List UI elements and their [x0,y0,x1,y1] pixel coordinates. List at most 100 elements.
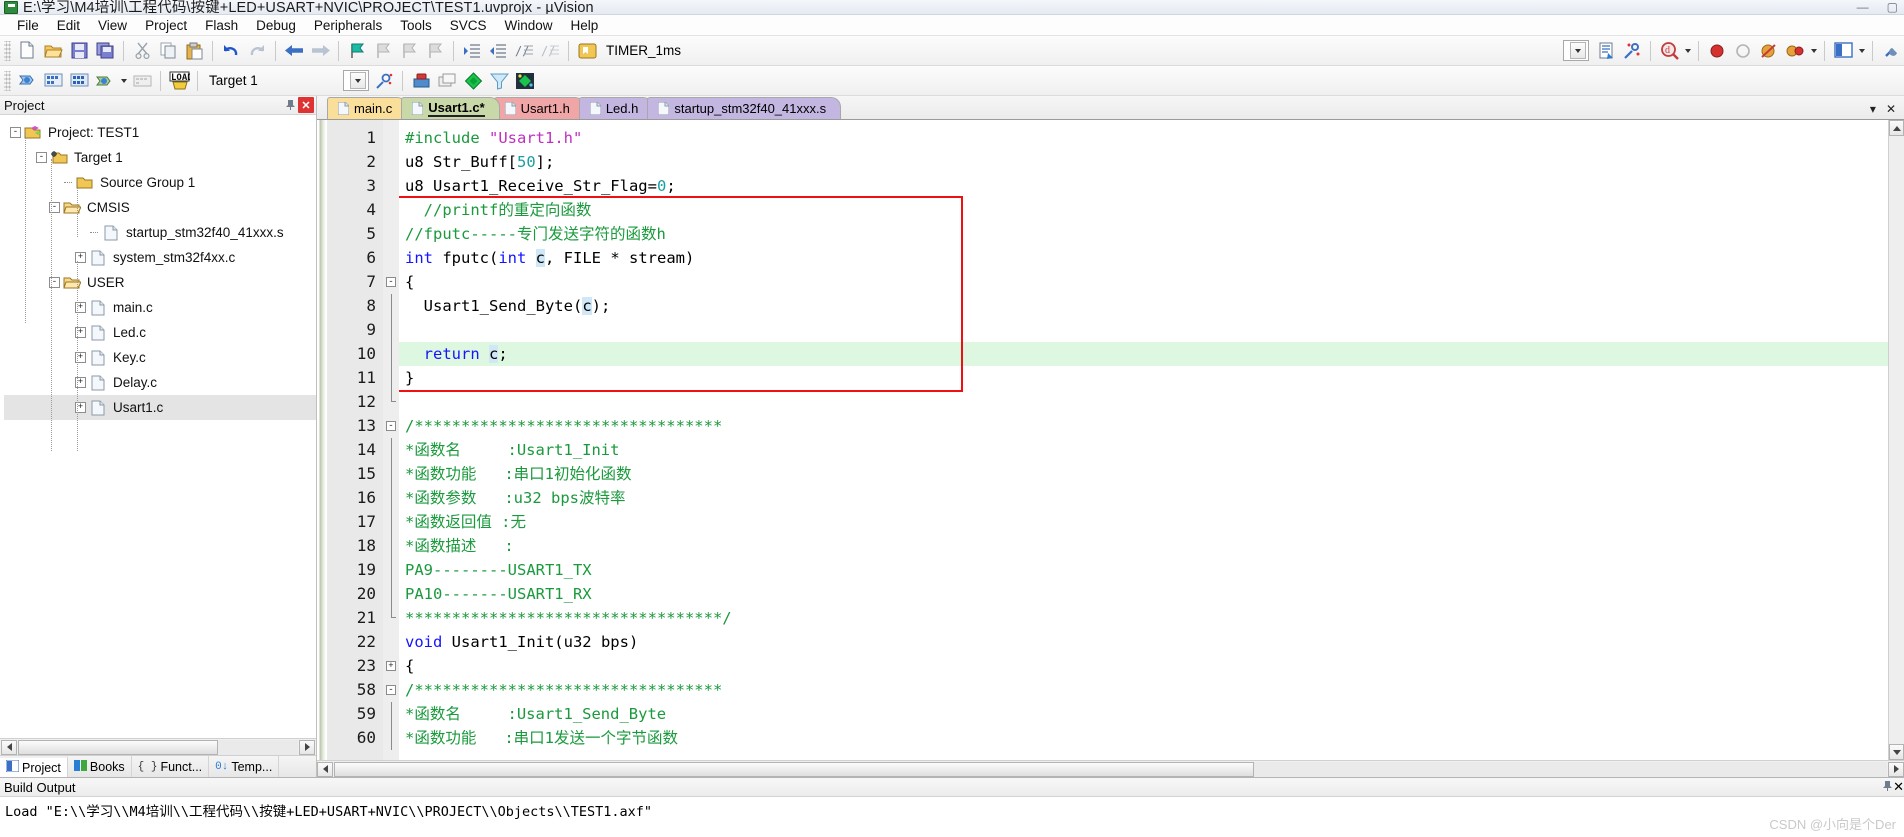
tree-item-project[interactable]: - Project: TEST1 [4,120,316,145]
copy-icon[interactable] [155,38,181,64]
outdent-icon[interactable] [485,38,511,64]
chevron-down-icon[interactable]: ▾ [1870,102,1876,116]
translate-icon[interactable] [14,68,40,94]
cut-icon[interactable] [129,38,155,64]
navigate-back-icon[interactable] [281,38,307,64]
editor-hscrollbar[interactable] [317,760,1904,777]
build-icon[interactable] [40,68,66,94]
editor-vscrollbar[interactable] [1888,120,1904,760]
editor-tab-main-c[interactable]: main.c [327,97,408,119]
code-line[interactable]: u8 Str_Buff[50]; [399,150,1888,174]
menu-item-view[interactable]: View [89,16,136,35]
navigate-forward-icon[interactable] [307,38,333,64]
scroll-right-button[interactable] [299,739,315,755]
toolbar-combo-empty[interactable] [1563,40,1589,61]
code-line[interactable]: int fputc(int c, FILE * stream) [399,246,1888,270]
code-line[interactable]: *函数功能 :串口1初始化函数 [399,462,1888,486]
code-line[interactable]: *函数描述 : [399,534,1888,558]
bookmark-clear-icon[interactable] [422,38,448,64]
scroll-right-button[interactable] [1888,761,1904,777]
tree-toggle-icon[interactable]: - [10,127,21,138]
indent-icon[interactable] [459,38,485,64]
editor-tab-usart1-c[interactable]: Usart1.c* [401,97,500,119]
panel-tab-templates[interactable]: 0↓ Temp... [209,756,280,777]
pin-icon[interactable] [1882,780,1893,795]
multi-project-icon[interactable] [434,68,460,94]
pack-installer-icon[interactable] [460,68,486,94]
target-options-icon[interactable] [371,68,397,94]
menu-item-file[interactable]: File [8,16,48,35]
code-editor[interactable]: 1 2 3 4 5 6 7 8 9 10 11 12 13 14 15 16 17 18 19 20 21 22 23 58 5… [317,120,1904,760]
target-combo-dropdown[interactable] [343,70,369,91]
breakpoint-dropdown-icon[interactable] [1808,48,1819,53]
menu-item-debug[interactable]: Debug [247,16,305,35]
scroll-down-button[interactable] [1889,744,1904,760]
chevron-down-icon[interactable] [1570,42,1586,59]
code-line[interactable]: *函数参数 :u32 bps波特率 [399,486,1888,510]
bookmark-next-icon[interactable] [396,38,422,64]
bookmark-toggle-icon[interactable] [344,38,370,64]
project-panel-hscrollbar[interactable] [0,738,316,755]
hscroll-track[interactable] [18,739,298,755]
code-line[interactable]: { [399,654,1888,678]
toolbar-grip[interactable] [4,40,11,61]
fold-marker[interactable]: + [383,654,399,678]
hscroll-thumb[interactable] [18,739,218,755]
stop-build-icon[interactable] [129,68,155,94]
code-line[interactable]: { [399,270,1888,294]
breakpoint-clear-icon[interactable] [1756,38,1782,64]
menu-item-peripherals[interactable]: Peripherals [305,16,391,35]
manage-project-items-icon[interactable] [408,68,434,94]
project-tree[interactable]: - Project: TEST1 - Target 1 Source Group… [0,115,316,738]
pack-filter-icon[interactable] [486,68,512,94]
code-folding-column[interactable]: - - + - [383,120,399,760]
window-layout-icon[interactable] [1830,38,1856,64]
load-icon[interactable]: LOAD [166,68,192,94]
pin-icon[interactable] [282,97,298,113]
menu-item-svcs[interactable]: SVCS [441,16,496,35]
save-icon[interactable] [66,38,92,64]
code-line[interactable]: /********************************* [399,678,1888,702]
close-icon[interactable]: ✕ [298,97,314,113]
code-text[interactable]: #include "Usart1.h" u8 Str_Buff[50]; u8 Us… [399,120,1888,760]
breakpoint-all-icon[interactable] [1782,38,1808,64]
options-icon[interactable] [1878,38,1904,64]
undo-icon[interactable] [218,38,244,64]
code-line[interactable]: *函数功能 :串口1发送一个字节函数 [399,726,1888,750]
hscroll-thumb[interactable] [334,761,1254,777]
open-file-icon[interactable] [40,38,66,64]
vscroll-track[interactable] [1889,136,1904,744]
configure-icon[interactable] [1619,38,1645,64]
editor-tab-led-h[interactable]: Led.h [578,97,654,119]
code-line[interactable] [399,318,1888,342]
panel-tab-books[interactable]: Books [68,756,132,777]
new-file-icon[interactable] [14,38,40,64]
menu-item-project[interactable]: Project [136,16,196,35]
code-line[interactable]: #include "Usart1.h" [399,126,1888,150]
scroll-left-button[interactable] [1,739,17,755]
code-line[interactable]: **********************************/ [399,606,1888,630]
code-line[interactable]: } [399,366,1888,390]
target-combo-value[interactable]: Target 1 [209,73,329,88]
code-line[interactable]: /********************************* [399,414,1888,438]
code-line[interactable]: //fputc-----专门发送字符的函数h [399,222,1888,246]
fold-marker[interactable]: - [383,414,399,438]
maximize-button[interactable]: ▢ [1887,1,1898,14]
comment-icon[interactable]: // [511,38,537,64]
menu-item-edit[interactable]: Edit [48,16,89,35]
editor-tab-startup-s[interactable]: startup_stm32f40_41xxx.s [647,97,842,119]
code-line[interactable]: //printf的重定向函数 [399,198,1888,222]
panel-tab-project[interactable]: Project [0,756,68,777]
menu-item-tools[interactable]: Tools [391,16,441,35]
batch-build-dropdown-icon[interactable] [118,78,129,83]
save-all-icon[interactable] [92,38,118,64]
editor-tab-usart1-h[interactable]: Usart1.h [493,97,585,119]
close-icon[interactable]: ✕ [1893,779,1904,795]
code-line[interactable]: return c; [399,342,1888,366]
hscroll-track[interactable] [334,761,1887,777]
menu-item-flash[interactable]: Flash [196,16,247,35]
code-line[interactable]: *函数返回值 :无 [399,510,1888,534]
tree-toggle-icon[interactable]: - [36,152,47,163]
chevron-down-icon[interactable] [350,72,366,89]
code-line[interactable]: *函数名 :Usart1_Init [399,438,1888,462]
